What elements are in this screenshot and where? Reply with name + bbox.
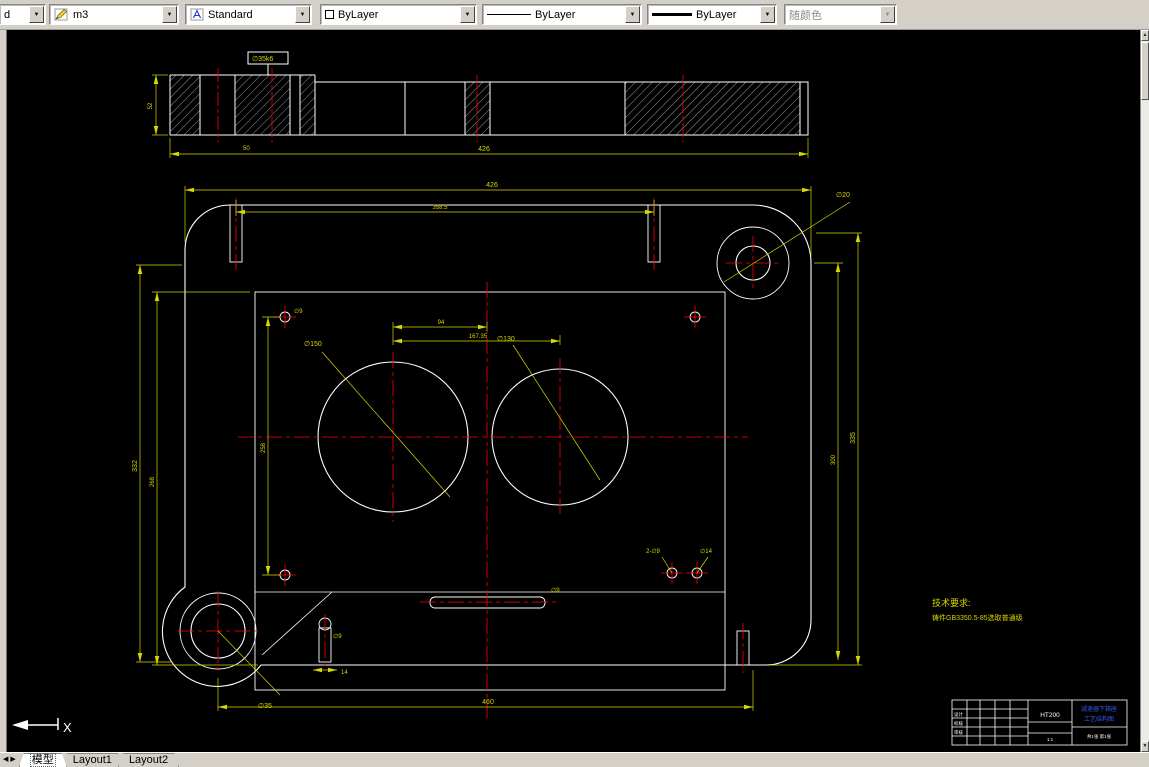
plan-dimensions: 426 358.5 332 268 300 335 460 94 167.35 … <box>132 182 862 711</box>
lineweight-combo[interactable]: ByLayer ▼ <box>647 4 777 25</box>
dim-label: ∅35 <box>258 703 272 710</box>
dim-label: ∅9 <box>294 308 303 315</box>
material-label: HT200 <box>1040 712 1060 719</box>
chevron-down-icon[interactable]: ▼ <box>460 6 475 23</box>
color-combo[interactable]: ByLayer ▼ <box>320 4 477 25</box>
color-combo-value: ByLayer <box>338 8 379 21</box>
tab-prev-icon[interactable]: ◀ <box>3 756 8 763</box>
title-block: HT200 减速器下箱座 工艺结构图 设计 校核 审核 1:1 共1张 第1张 <box>951 699 1128 746</box>
chevron-down-icon[interactable]: ▼ <box>760 6 775 23</box>
dim-label: 426 <box>486 182 498 189</box>
dim-label: ∅150 <box>304 341 322 348</box>
linetype-sample-icon <box>487 14 531 15</box>
text-style-combo[interactable]: Standard ▼ <box>185 4 312 25</box>
chevron-down-icon[interactable]: ▼ <box>162 6 177 23</box>
ucs-icon: X <box>12 718 72 735</box>
cad-drawing: 426 50 52 ∅35k6 426 358.5 332 268 300 33… <box>12 51 1128 746</box>
dim-label: 167.35 <box>469 334 488 340</box>
layout-tabbar: ◀ ▶ 模型 Layout1 Layout2 <box>0 752 1149 767</box>
plotstyle-combo-value: 随颜色 <box>789 9 822 22</box>
pencil-icon <box>54 8 68 21</box>
part-name-line2: 工艺结构图 <box>1084 715 1114 723</box>
dim-label: 2-∅9 <box>646 548 661 555</box>
chevron-down-icon: ▼ <box>880 6 895 23</box>
dim-label: 14 <box>341 670 348 676</box>
tab-layout2-label: Layout2 <box>128 754 169 766</box>
model-space-canvas[interactable]: 426 50 52 ∅35k6 426 358.5 332 268 300 33… <box>0 30 1149 752</box>
dim-label: 426 <box>478 146 490 153</box>
plan-view <box>161 204 812 691</box>
tab-model[interactable]: 模型 <box>19 753 67 767</box>
lineweight-combo-value: ByLayer <box>696 8 737 21</box>
tab-model-label: 模型 <box>31 754 54 766</box>
dim-label: ∅35k6 <box>252 56 273 63</box>
linetype-combo-value: ByLayer <box>535 8 576 21</box>
ucs-x-label: X <box>63 720 72 735</box>
partial-combo[interactable]: d ▼ <box>0 4 46 25</box>
dim-label: ∅130 <box>497 336 515 343</box>
chevron-down-icon[interactable]: ▼ <box>295 6 310 23</box>
tab-layout1-label: Layout1 <box>72 754 112 766</box>
section-view <box>169 51 809 136</box>
tab-layout2[interactable]: Layout2 <box>118 753 179 767</box>
plotstyle-combo: 随颜色 ▼ <box>784 4 897 25</box>
dim-label: 268 <box>150 476 156 487</box>
chevron-down-icon[interactable]: ▼ <box>625 6 640 23</box>
tech-req-title: 技术要求: <box>932 597 971 608</box>
dim-label: 332 <box>132 460 139 472</box>
dim-label: ∅9 <box>551 587 560 594</box>
scroll-up-icon[interactable]: ▲ <box>1141 30 1149 41</box>
tech-req-line: 铸件GB3350.5-85选取普通级 <box>932 613 1023 622</box>
hole-center-marks <box>274 306 708 586</box>
tab-next-icon[interactable]: ▶ <box>10 756 15 763</box>
dim-label: ∅20 <box>836 192 850 199</box>
tech-requirements: 技术要求: 铸件GB3350.5-85选取普通级 <box>932 597 1023 622</box>
text-style-combo-value: Standard <box>208 8 253 21</box>
dim-label: 52 <box>148 102 154 109</box>
auditor-label: 审核 <box>954 729 963 736</box>
left-dock-edge <box>0 30 7 752</box>
scale-label: 1:1 <box>1047 737 1054 742</box>
designer-label: 设计 <box>954 711 963 718</box>
sheet-label: 共1张 第1张 <box>1087 733 1112 740</box>
tab-navigation: ◀ ▶ <box>0 752 19 767</box>
properties-toolbar: d ▼ m3 ▼ Standard ▼ ByLayer ▼ ByLayer ▼ … <box>0 0 1149 30</box>
dim-label: ∅9 <box>333 633 342 640</box>
dim-label: 335 <box>850 432 857 444</box>
color-swatch-icon <box>325 10 334 19</box>
partial-combo-value: d <box>4 8 11 21</box>
dim-label: 460 <box>482 699 494 706</box>
scrollbar-thumb[interactable] <box>1141 42 1149 100</box>
dim-label: 300 <box>831 454 837 465</box>
style-icon <box>190 8 204 21</box>
dim-label: 258 <box>261 442 267 453</box>
dim-label: ∅14 <box>700 548 713 555</box>
autocad-window: d ▼ m3 ▼ Standard ▼ ByLayer ▼ ByLayer ▼ … <box>0 0 1149 767</box>
vertical-scrollbar[interactable]: ▲ ▼ <box>1140 30 1149 752</box>
dim-label: 358.5 <box>432 205 448 211</box>
chevron-down-icon[interactable]: ▼ <box>29 6 44 23</box>
lineweight-sample-icon <box>652 13 692 16</box>
checker-label: 校核 <box>954 720 963 727</box>
dim-label: 94 <box>438 320 445 326</box>
scroll-down-icon[interactable]: ▼ <box>1141 741 1149 752</box>
dim-label: 50 <box>243 146 250 152</box>
part-name-line1: 减速器下箱座 <box>1081 705 1117 713</box>
tab-layout1[interactable]: Layout1 <box>62 753 123 767</box>
layer-combo[interactable]: m3 ▼ <box>49 4 179 25</box>
linetype-combo[interactable]: ByLayer ▼ <box>482 4 642 25</box>
layer-combo-value: m3 <box>73 8 89 21</box>
